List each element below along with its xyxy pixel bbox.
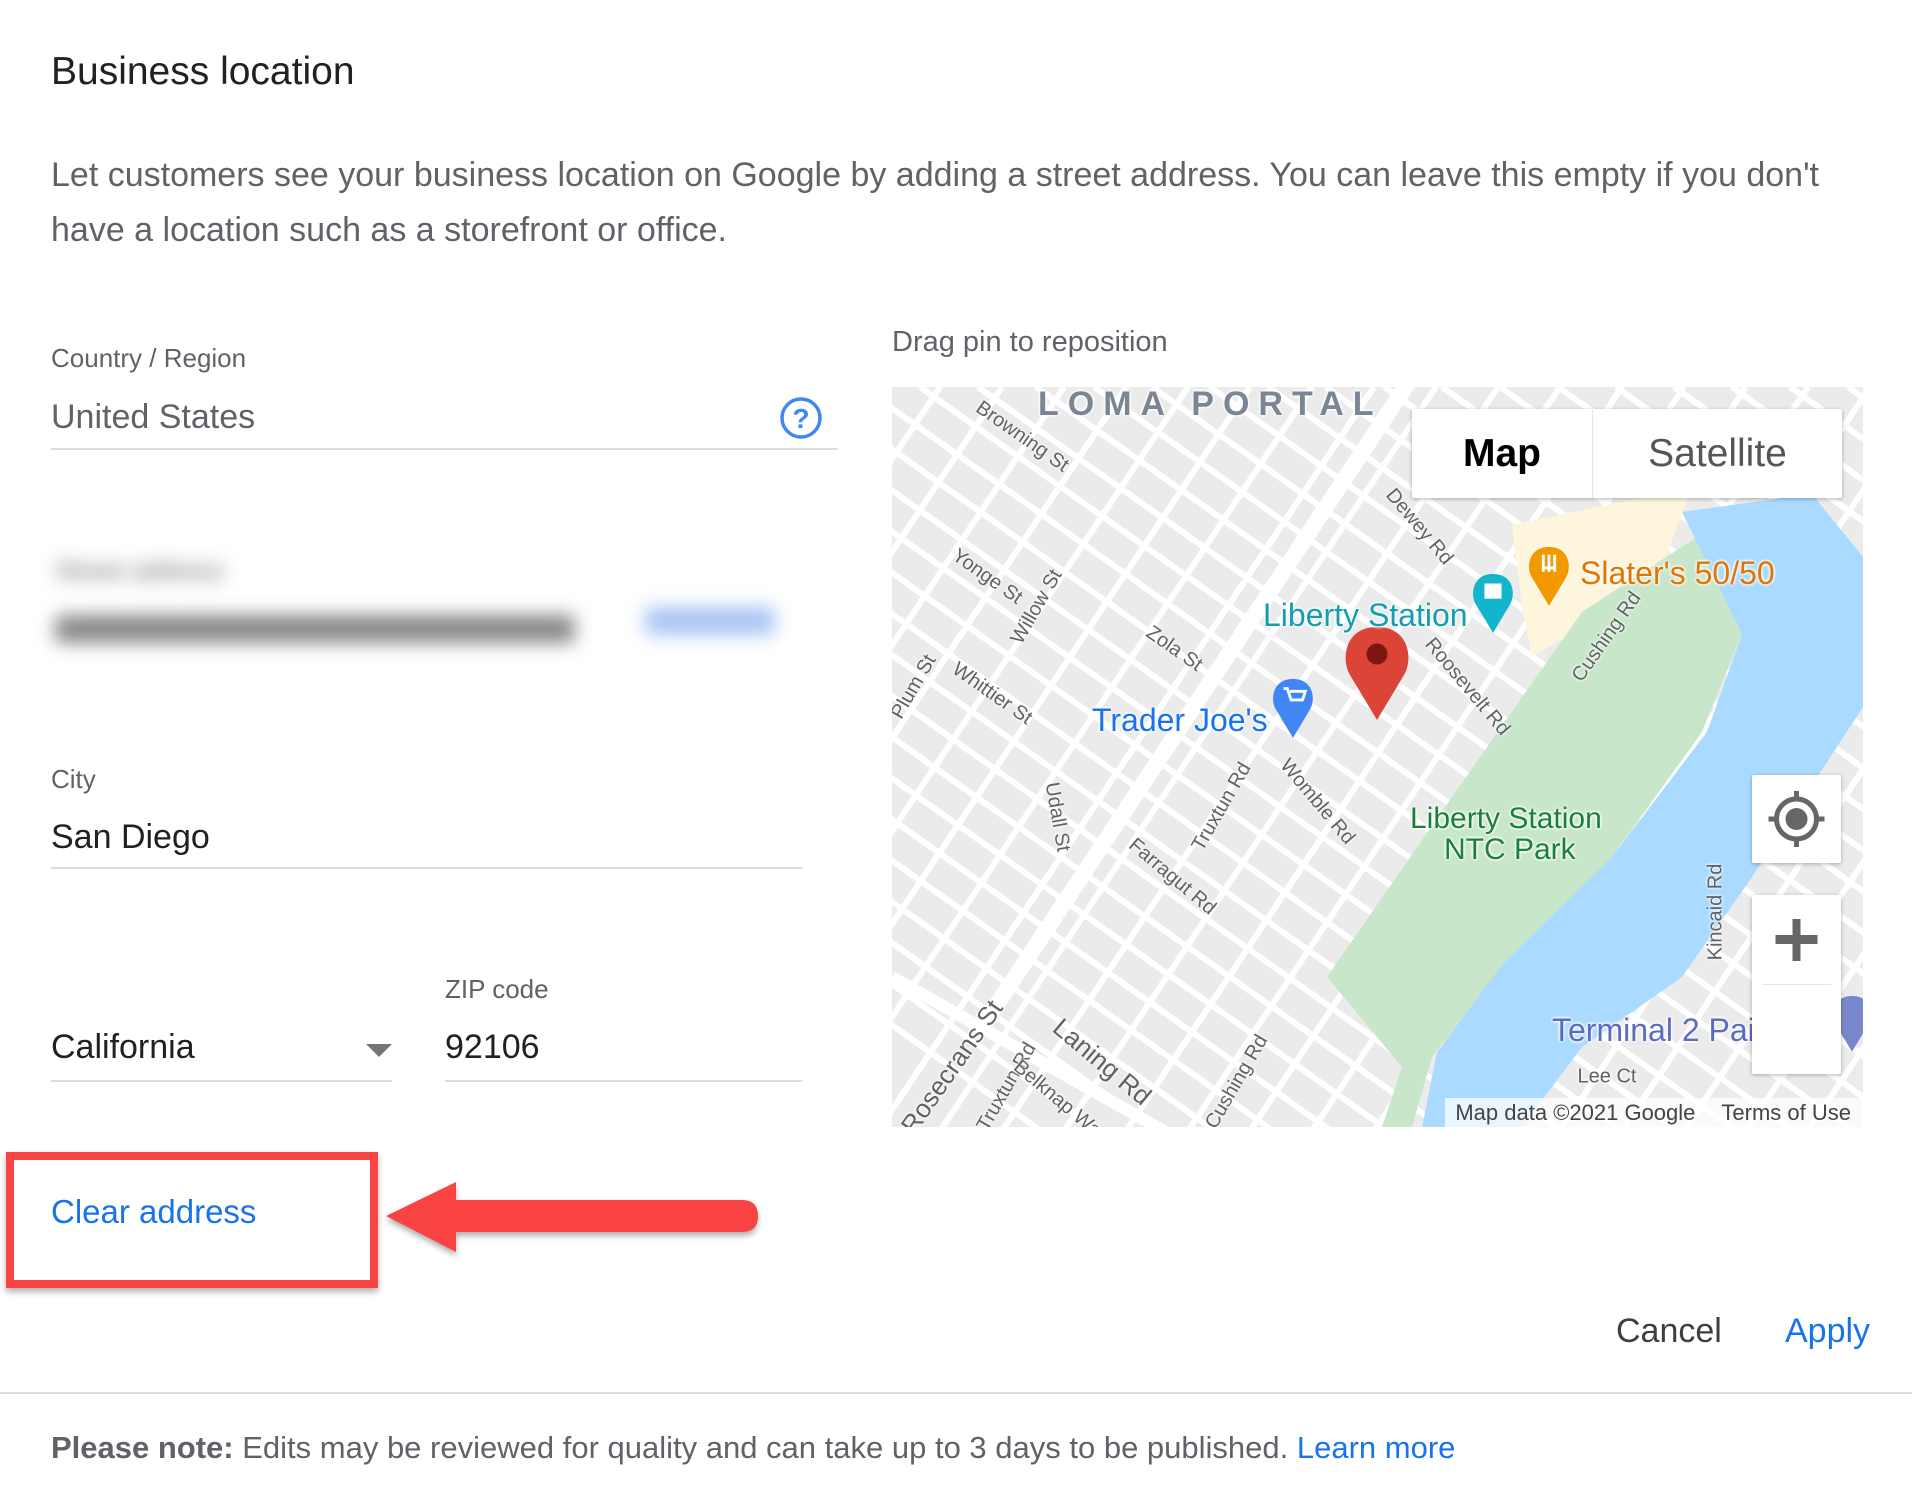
- country-label: Country / Region: [51, 343, 247, 373]
- state-select[interactable]: California: [51, 1028, 195, 1067]
- my-location-button[interactable]: [1752, 775, 1841, 863]
- help-circle-icon[interactable]: ?: [779, 396, 823, 440]
- map-type-satellite-button[interactable]: Satellite: [1593, 409, 1842, 498]
- map-type-map-button[interactable]: Map: [1412, 409, 1593, 498]
- map-data-credit: Map data ©2021 Google: [1455, 1099, 1696, 1125]
- street-label: Street address: [55, 555, 225, 585]
- apply-button[interactable]: Apply: [1785, 1312, 1870, 1351]
- zip-underline: [445, 1080, 802, 1082]
- street-label: Lee Ct: [1577, 1065, 1637, 1088]
- neighborhood-label[interactable]: LOMA PORTAL: [1038, 387, 1383, 424]
- place-label-terminal[interactable]: Terminal 2 Pai: [1552, 1012, 1755, 1049]
- minus-icon: [1775, 935, 1818, 943]
- note-label: Please note:: [51, 1430, 234, 1465]
- park-label-2[interactable]: NTC Park: [1444, 833, 1576, 867]
- terms-of-use-link[interactable]: Terms of Use: [1721, 1100, 1851, 1126]
- page-title: Business location: [51, 50, 355, 93]
- city-label: City: [51, 764, 96, 794]
- map-attribution: Map data ©2021 Google Terms of Use: [1445, 1098, 1863, 1127]
- description: Let customers see your business location…: [51, 156, 1819, 249]
- street-address-field-blurred[interactable]: Street address: [45, 555, 800, 667]
- svg-text:?: ?: [792, 403, 809, 434]
- location-pin-icon[interactable]: [1345, 627, 1409, 720]
- place-label-trader-joes[interactable]: Trader Joe's: [1092, 702, 1268, 739]
- note-text: Edits may be reviewed for quality and ca…: [233, 1430, 1297, 1465]
- place-label-liberty-station[interactable]: Liberty Station: [1263, 597, 1468, 634]
- zoom-out-button[interactable]: [1752, 935, 1841, 1074]
- zoom-control: [1752, 895, 1841, 1074]
- map-type-control: Map Satellite: [1412, 409, 1842, 498]
- clear-address-button[interactable]: Clear address: [51, 1193, 256, 1231]
- street-label: Kincaid Rd: [1704, 863, 1727, 961]
- cancel-button[interactable]: Cancel: [1616, 1312, 1722, 1351]
- landmark-pin-icon[interactable]: [1473, 574, 1513, 633]
- city-underline: [51, 867, 802, 869]
- shopping-cart-pin-icon[interactable]: [1273, 679, 1313, 738]
- zip-field[interactable]: 92106: [445, 1028, 540, 1067]
- country-underline: [51, 448, 838, 450]
- city-field[interactable]: San Diego: [51, 818, 210, 857]
- place-label-slaters[interactable]: Slater's 50/50: [1580, 555, 1775, 592]
- annotation-arrow-icon: [380, 1170, 770, 1275]
- map-hint: Drag pin to reposition: [892, 326, 1168, 358]
- my-location-icon: [1768, 791, 1825, 847]
- learn-more-link[interactable]: Learn more: [1297, 1430, 1456, 1465]
- divider: [0, 1392, 1912, 1394]
- state-underline: [51, 1080, 392, 1082]
- dropdown-arrow-icon[interactable]: [366, 1044, 392, 1057]
- country-field[interactable]: United States: [51, 398, 255, 437]
- zip-label: ZIP code: [445, 974, 549, 1004]
- publish-note: Please note: Edits may be reviewed for q…: [51, 1430, 1455, 1466]
- map[interactable]: Browning St Dewey Rd Yonge St Willow St Zola…: [892, 387, 1863, 1127]
- park-label-1[interactable]: Liberty Station: [1410, 802, 1602, 836]
